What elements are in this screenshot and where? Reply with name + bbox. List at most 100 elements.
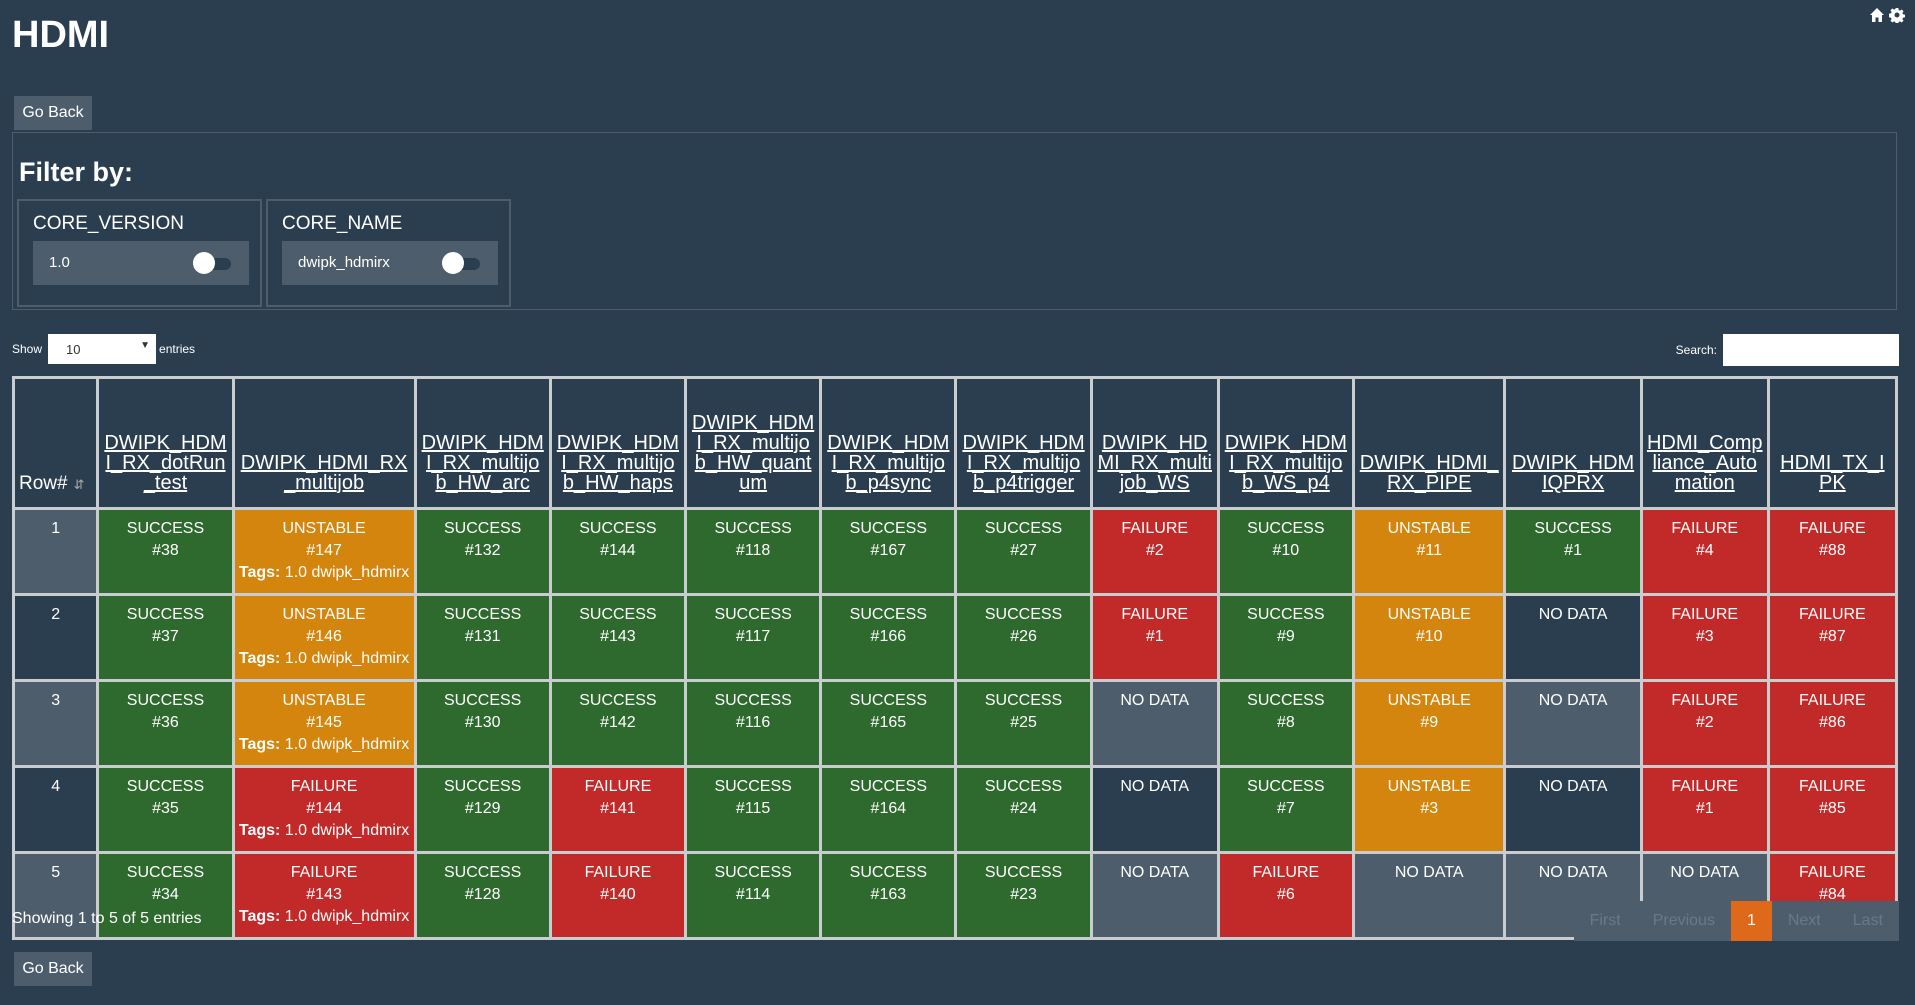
job-link[interactable]: DWIPK_HDMI_RX_PIPE [1359,453,1499,493]
status-cell[interactable]: SUCCESS #164 [819,765,958,854]
status-cell[interactable]: SUCCESS #143 [548,593,688,682]
status-cell[interactable]: FAILURE #85 [1766,765,1899,854]
status-cell[interactable]: SUCCESS #7 [1216,765,1355,854]
status-cell[interactable]: UNSTABLE #145 Tags: 1.0 dwipk_hdmirx [231,679,417,768]
show-label: Show [12,342,43,356]
status-cell[interactable]: UNSTABLE #11 [1351,507,1507,596]
status-cell[interactable]: UNSTABLE #10 [1351,593,1507,682]
status-cell[interactable]: FAILURE #141 [548,765,688,854]
first-page-button[interactable]: First [1574,901,1637,941]
status-cell[interactable]: SUCCESS #118 [684,507,823,596]
page-1-button[interactable]: 1 [1730,901,1772,941]
status-cell[interactable]: SUCCESS #23 [954,851,1093,940]
status-cell[interactable]: SUCCESS #1 [1503,507,1643,596]
status-cell[interactable]: UNSTABLE #9 [1351,679,1507,768]
status-cell[interactable]: FAILURE #3 [1639,593,1770,682]
status-cell[interactable]: SUCCESS #26 [954,593,1093,682]
previous-page-button[interactable]: Previous [1637,901,1731,941]
status-cell[interactable]: FAILURE #2 [1089,507,1220,596]
job-link[interactable]: DWIPK_HDMIQPRX [1510,453,1635,493]
row-number-header[interactable]: Row# ⇵ [11,376,100,510]
status-cell[interactable]: FAILURE #140 [548,851,688,940]
status-cell[interactable]: SUCCESS #117 [684,593,823,682]
status-cell[interactable]: FAILURE #86 [1766,679,1899,768]
status-cell[interactable]: SUCCESS #163 [819,851,958,940]
filter-card-core-version: CORE_VERSION 1.0 [17,199,262,307]
next-page-button[interactable]: Next [1772,901,1837,941]
home-icon[interactable] [1869,7,1885,23]
status-cell[interactable]: SUCCESS #35 [96,765,235,854]
build-number: #145 [306,714,342,731]
search-input[interactable] [1723,334,1899,366]
status-cell[interactable]: SUCCESS #114 [684,851,823,940]
status-cell[interactable]: FAILURE #1 [1089,593,1220,682]
status-cell[interactable]: UNSTABLE #146 Tags: 1.0 dwipk_hdmirx [231,593,417,682]
status-cell[interactable]: FAILURE #143 Tags: 1.0 dwipk_hdmirx [231,851,417,940]
sort-icon[interactable]: ⇵ [74,477,85,492]
status-cell[interactable]: SUCCESS #10 [1216,507,1355,596]
status-cell[interactable]: SUCCESS #8 [1216,679,1355,768]
status-cell[interactable]: FAILURE #144 Tags: 1.0 dwipk_hdmirx [231,765,417,854]
build-tags: Tags: 1.0 dwipk_hdmirx [236,906,413,928]
job-link[interactable]: DWIPK_HDMI_RX_multijob_HW_arc [421,433,545,493]
go-back-button[interactable]: Go Back [14,96,92,130]
build-number: #6 [1276,886,1295,903]
status-cell[interactable]: UNSTABLE #3 [1351,765,1507,854]
job-link[interactable]: DWIPK_HDMI_RX_multijob_p4sync [826,433,950,493]
status-cell[interactable]: UNSTABLE #147 Tags: 1.0 dwipk_hdmirx [231,507,417,596]
job-link[interactable]: HDMI_Compliance_Automation [1647,433,1763,493]
job-link[interactable]: DWIPK_HDMI_RX_multijob_p4trigger [961,433,1085,493]
status-cell[interactable]: FAILURE #88 [1766,507,1899,596]
status-cell[interactable]: FAILURE #6 [1216,851,1355,940]
filter-control[interactable]: dwipk_hdmirx [282,241,498,285]
build-number: #118 [735,542,771,559]
status-cell[interactable]: FAILURE #87 [1766,593,1899,682]
filter-toggle[interactable] [442,252,482,274]
filter-control[interactable]: 1.0 [33,241,249,285]
status-cell[interactable]: SUCCESS #166 [819,593,958,682]
build-number: #8 [1276,714,1295,731]
status-cell[interactable]: FAILURE #4 [1639,507,1770,596]
status-cell[interactable]: SUCCESS #36 [96,679,235,768]
status-label: FAILURE [1121,520,1189,537]
status-label: SUCCESS [444,692,522,709]
status-label: UNSTABLE [1387,520,1471,537]
status-cell[interactable]: SUCCESS #142 [548,679,688,768]
go-back-button[interactable]: Go Back [14,952,92,986]
build-number: #167 [870,542,907,559]
status-cell[interactable]: SUCCESS #24 [954,765,1093,854]
status-cell[interactable]: SUCCESS #129 [413,765,552,854]
status-cell[interactable]: SUCCESS #167 [819,507,958,596]
status-cell[interactable]: SUCCESS #115 [684,765,823,854]
status-cell[interactable]: SUCCESS #131 [413,593,552,682]
status-cell[interactable]: SUCCESS #165 [819,679,958,768]
build-number: #116 [735,714,771,731]
status-cell[interactable]: SUCCESS #25 [954,679,1093,768]
status-cell[interactable]: SUCCESS #27 [954,507,1093,596]
status-cell[interactable]: SUCCESS #130 [413,679,552,768]
build-number: #143 [600,628,636,645]
job-link[interactable]: DWIPK_HDMI_RX_multijob_HW_haps [556,433,680,493]
status-cell[interactable]: FAILURE #1 [1639,765,1770,854]
status-cell[interactable]: SUCCESS #38 [96,507,235,596]
filter-toggle[interactable] [193,252,233,274]
job-link[interactable]: DWIPK_HDMI_RX_multijob_WS [1097,433,1213,493]
status-cell[interactable]: SUCCESS #37 [96,593,235,682]
job-link[interactable]: HDMI_TX_IPK [1774,453,1891,493]
status-cell[interactable]: SUCCESS #9 [1216,593,1355,682]
page-length-select[interactable]: 10 ▼ [48,334,157,364]
build-number: #147 [306,542,342,559]
job-link[interactable]: DWIPK_HDMI_RX_multijob_WS_p4 [1224,433,1348,493]
job-link[interactable]: DWIPK_HDMI_RX_multijob_HW_quantum [691,413,815,493]
status-cell[interactable]: SUCCESS #132 [413,507,552,596]
status-cell[interactable]: SUCCESS #116 [684,679,823,768]
last-page-button[interactable]: Last [1837,901,1899,941]
status-cell[interactable]: SUCCESS #144 [548,507,688,596]
job-link[interactable]: DWIPK_HDMI_RX_dotRun_test [103,433,227,493]
job-link[interactable]: DWIPK_HDMI_RX_multijob [239,453,410,493]
status-label: SUCCESS [444,606,522,623]
status-cell[interactable]: FAILURE #2 [1639,679,1770,768]
gear-icon[interactable] [1889,7,1905,23]
status-cell[interactable]: SUCCESS #128 [413,851,552,940]
column-header: DWIPK_HDMIQPRX [1503,376,1643,510]
